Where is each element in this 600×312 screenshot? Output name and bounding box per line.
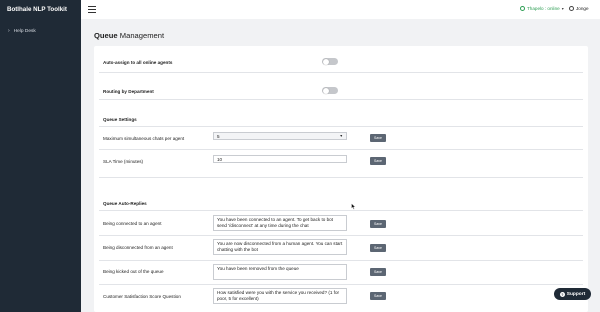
divider [99,284,583,285]
max-chats-select[interactable]: 5 ▼ [213,132,347,140]
auto-replies-title: Queue Auto-Replies [103,201,147,206]
divider [99,210,583,211]
mouse-cursor-icon [351,203,356,210]
auto-assign-toggle[interactable] [322,58,338,65]
sidebar-item-label: Help Desk [13,28,36,34]
user-icon [520,6,525,11]
divider [99,99,583,100]
user-status-dropdown[interactable]: Thapelo : online ▾ [520,6,564,11]
kicked-message-field[interactable]: You have been removed from the queue [213,264,347,280]
language-selector[interactable]: Jonge [569,6,589,11]
chevron-right-icon: › [8,28,10,34]
routing-toggle[interactable] [322,87,338,94]
chevron-down-icon: ▼ [339,134,343,138]
caret-down-icon: ▾ [561,6,564,11]
divider [99,149,583,150]
csat-question-field[interactable]: How satisfied were you with the service … [213,288,347,304]
help-icon: ? [559,291,565,297]
settings-panel: Auto-assign to all online agents Routing… [94,46,588,312]
queue-settings-title: Queue Settings [103,117,137,122]
save-button[interactable]: Save [370,292,386,300]
page-title-bold: Queue [94,31,118,40]
top-bar: Thapelo : online ▾ Jonge [81,0,600,19]
disconnected-message-field[interactable]: You are now disconnected from a human ag… [213,239,347,255]
divider [99,72,583,73]
routing-label: Routing by Department [103,89,154,94]
user-status-label: Thapelo : online [527,6,560,11]
auto-assign-label: Auto-assign to all online agents [103,60,173,65]
menu-icon[interactable] [88,6,96,13]
divider [99,260,583,261]
divider [99,235,583,236]
sla-input[interactable]: 10 [213,155,347,163]
save-button[interactable]: Save [370,268,386,276]
brand-title: Botlhale NLP Toolkit [7,6,67,13]
sidebar-item-help-desk[interactable]: › Help Desk [8,28,36,34]
divider [99,126,583,127]
language-label: Jonge [576,6,589,11]
sidebar: Botlhale NLP Toolkit › Help Desk [0,0,81,312]
connected-message-field[interactable]: You have been connected to an agent. To … [213,215,347,231]
save-button[interactable]: Save [370,157,386,165]
divider [99,177,583,178]
max-chats-value: 5 [217,134,220,139]
save-button[interactable]: Save [370,220,386,228]
support-button[interactable]: ? Support [554,288,591,300]
globe-icon [569,6,574,11]
page-title-rest: Management [119,31,165,40]
support-label: Support [566,291,586,297]
save-button[interactable]: Save [370,244,386,252]
save-button[interactable]: Save [370,134,386,142]
page-title: Queue Management [94,31,164,40]
